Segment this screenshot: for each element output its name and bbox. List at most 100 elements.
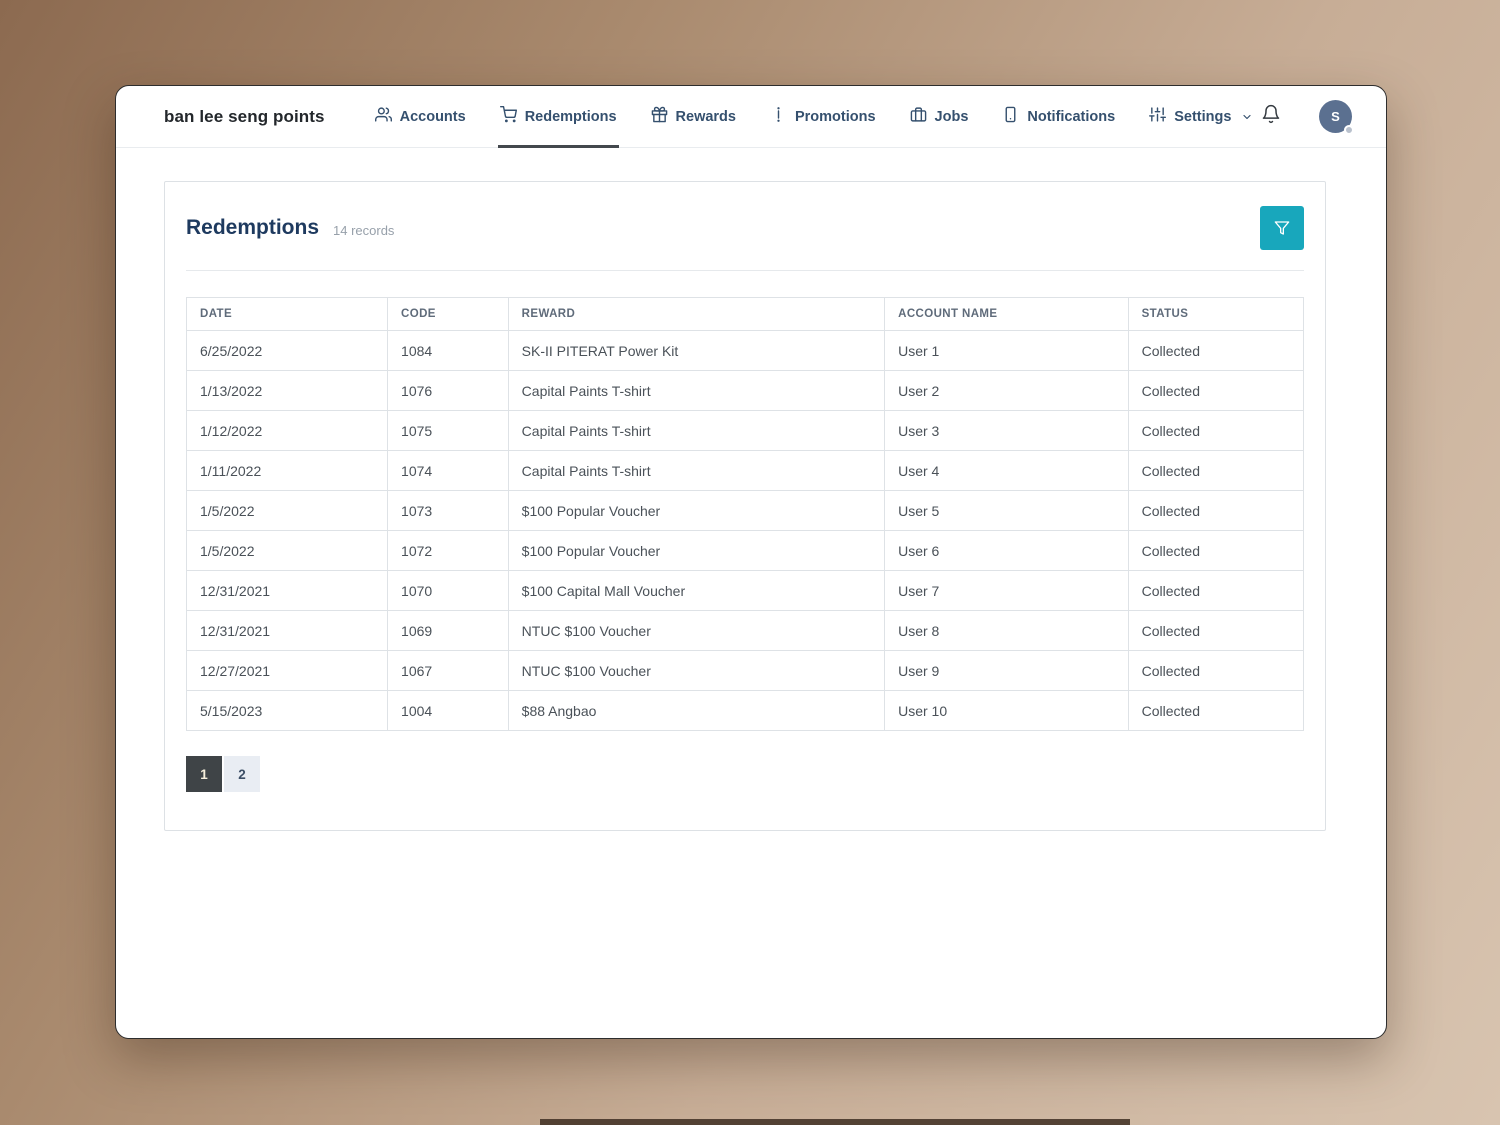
taskbar-remnant-strip	[540, 1119, 1130, 1125]
table-row: 12/31/2021 1069 NTUC $100 Voucher User 8 Col…	[185, 610, 1305, 651]
table-row: 1/11/2022 1074 Capital Paints T-shirt User …	[185, 450, 1305, 491]
table-cell: Collected	[1127, 490, 1305, 531]
table-cell: 1074	[387, 450, 509, 491]
top-navigation-bar: ban lee seng points Accounts Redemptions…	[116, 86, 1386, 148]
table-cell: 1075	[387, 410, 509, 451]
table-cell: $100 Popular Voucher	[507, 530, 886, 571]
table-cell: 1067	[387, 650, 509, 691]
table-column-header: DATE	[185, 297, 389, 331]
table-cell: 12/31/2021	[185, 610, 389, 651]
nav-label: Accounts	[399, 108, 466, 125]
smartphone-icon	[1002, 106, 1019, 127]
cart-icon	[499, 106, 517, 127]
redemptions-card: Redemptions 14 records DATE CODE REWARD ACC…	[164, 181, 1326, 831]
filter-button[interactable]	[1260, 206, 1304, 250]
table-cell: Collected	[1127, 570, 1305, 611]
table-cell: Collected	[1127, 530, 1305, 571]
table-cell: 1070	[387, 570, 509, 611]
table-row: 1/5/2022 1073 $100 Popular Voucher User 5 Co…	[185, 490, 1305, 531]
table-cell: Collected	[1127, 410, 1305, 451]
table-cell: 1/11/2022	[185, 450, 389, 491]
table-cell: 1073	[387, 490, 509, 531]
briefcase-icon	[910, 106, 927, 127]
nav-label: Notifications	[1027, 108, 1116, 125]
table-cell: User 8	[884, 610, 1129, 651]
nav-label: Jobs	[934, 108, 969, 125]
users-icon	[374, 106, 392, 127]
table-row: 1/5/2022 1072 $100 Popular Voucher User 6 Co…	[185, 530, 1305, 571]
table-cell: 1/13/2022	[185, 370, 389, 411]
table-row: 1/13/2022 1076 Capital Paints T-shirt User …	[185, 370, 1305, 411]
sliders-icon	[1149, 106, 1167, 127]
table-row: 12/31/2021 1070 $100 Capital Mall Voucher U…	[185, 570, 1305, 611]
filter-funnel-icon	[1274, 220, 1290, 236]
promo-icon	[770, 106, 787, 127]
table-row: 5/15/2023 1004 $88 Angbao User 10 Collected	[185, 690, 1305, 731]
table-cell: 1084	[387, 330, 509, 371]
table-cell: Collected	[1127, 450, 1305, 491]
page-title: Redemptions	[186, 216, 320, 239]
table-cell: Capital Paints T-shirt	[507, 370, 886, 411]
table-cell: NTUC $100 Voucher	[507, 610, 886, 651]
nav-item-settings[interactable]: Settings	[1149, 86, 1253, 147]
nav-item-notifications[interactable]: Notifications	[1002, 86, 1115, 147]
table-cell: 1/12/2022	[185, 410, 389, 451]
table-cell: Collected	[1127, 650, 1305, 691]
table-cell: 1/5/2022	[185, 490, 389, 531]
nav-item-accounts[interactable]: Accounts	[374, 86, 466, 147]
nav-item-redemptions[interactable]: Redemptions	[497, 86, 619, 148]
table-cell: 1072	[387, 530, 509, 571]
avatar-initial: S	[1331, 109, 1340, 124]
table-cell: User 4	[884, 450, 1129, 491]
pagination: 1 2	[186, 756, 1304, 792]
brand-title: ban lee seng points	[164, 106, 325, 126]
nav-item-promotions[interactable]: Promotions	[770, 86, 876, 147]
gift-icon	[651, 106, 668, 127]
table-cell: NTUC $100 Voucher	[507, 650, 886, 691]
redemptions-table: DATE CODE REWARD ACCOUNT NAME STATUS 6/25/20…	[185, 297, 1305, 731]
table-cell: User 7	[884, 570, 1129, 611]
table-cell: SK-II PITERAT Power Kit	[507, 330, 886, 371]
table-cell: Capital Paints T-shirt	[507, 450, 886, 491]
page-2-button[interactable]: 2	[224, 756, 260, 792]
records-count: 14 records	[333, 223, 395, 238]
table-cell: 12/27/2021	[185, 650, 389, 691]
table-column-header: CODE	[387, 297, 509, 331]
presence-dot	[1344, 125, 1354, 135]
table-cell: Collected	[1127, 610, 1305, 651]
main-nav: Accounts Redemptions Rewards Promotions	[374, 86, 1254, 148]
nav-item-rewards[interactable]: Rewards	[651, 86, 736, 147]
table-column-header: ACCOUNT NAME	[884, 297, 1129, 331]
bell-icon	[1261, 104, 1281, 129]
table-cell: Collected	[1127, 330, 1305, 371]
topbar-right: S	[1261, 100, 1354, 135]
table-row: 6/25/2022 1084 SK-II PITERAT Power Kit User…	[185, 330, 1305, 371]
table-cell: Collected	[1127, 690, 1305, 731]
table-cell: User 5	[884, 490, 1129, 531]
table-header-row: DATE CODE REWARD ACCOUNT NAME STATUS	[185, 297, 1305, 331]
notifications-bell-button[interactable]	[1261, 104, 1281, 129]
chevron-down-icon	[1241, 111, 1253, 123]
table-cell: User 1	[884, 330, 1129, 371]
app-window: ban lee seng points Accounts Redemptions…	[115, 85, 1387, 1039]
page-1-button[interactable]: 1	[186, 756, 222, 792]
nav-label: Redemptions	[524, 108, 617, 125]
table-cell: $88 Angbao	[507, 690, 886, 731]
nav-label: Promotions	[794, 108, 876, 125]
table-cell: User 9	[884, 650, 1129, 691]
user-avatar[interactable]: S	[1319, 100, 1354, 135]
table-row: 1/12/2022 1075 Capital Paints T-shirt User …	[185, 410, 1305, 451]
table-cell: User 2	[884, 370, 1129, 411]
table-cell: Capital Paints T-shirt	[507, 410, 886, 451]
table-cell: 12/31/2021	[185, 570, 389, 611]
nav-item-jobs[interactable]: Jobs	[910, 86, 969, 147]
table-column-header: STATUS	[1127, 297, 1305, 331]
table-cell: User 3	[884, 410, 1129, 451]
table-cell: $100 Popular Voucher	[507, 490, 886, 531]
table-cell: 1076	[387, 370, 509, 411]
table-column-header: REWARD	[507, 297, 886, 331]
table-cell: User 10	[884, 690, 1129, 731]
card-header: Redemptions 14 records	[186, 182, 1304, 271]
table-row: 12/27/2021 1067 NTUC $100 Voucher User 9 Col…	[185, 650, 1305, 691]
table-cell: 1/5/2022	[185, 530, 389, 571]
